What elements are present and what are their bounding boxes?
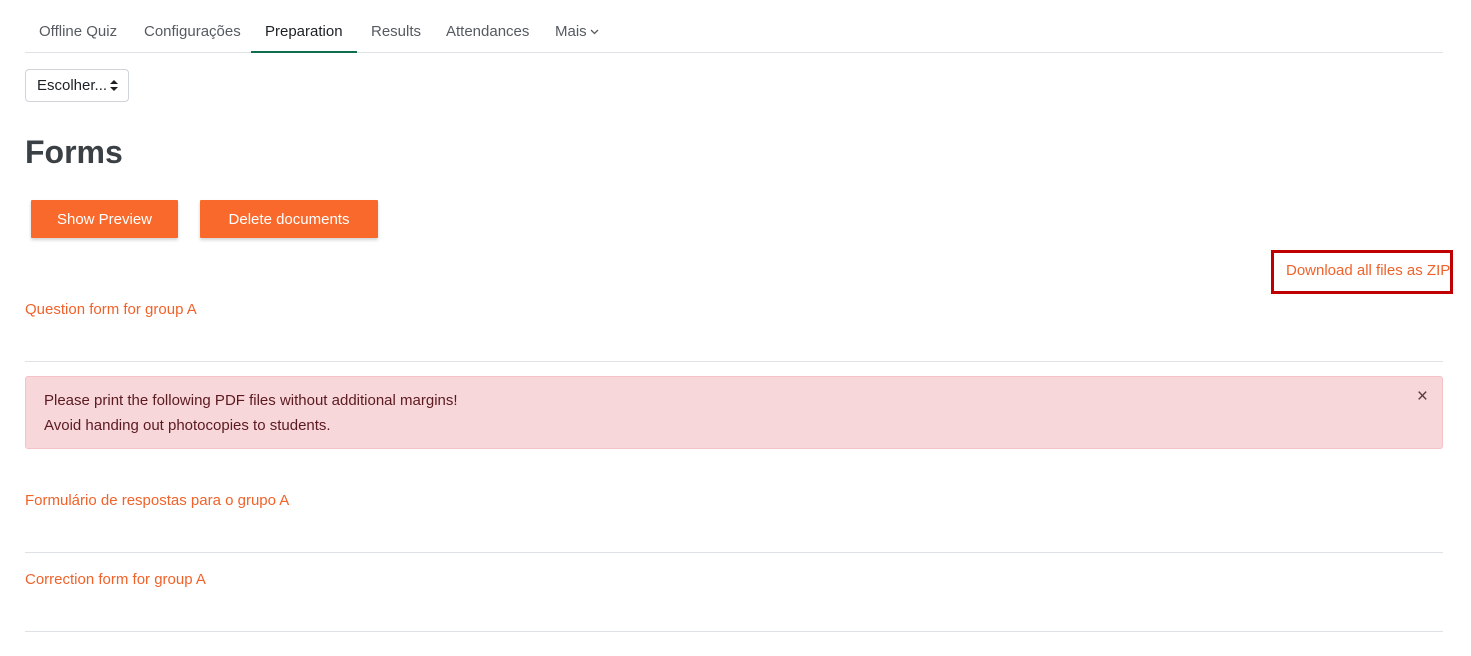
sort-caret-icon — [110, 70, 118, 101]
chevron-down-icon — [590, 12, 599, 52]
correction-form-link[interactable]: Correction form for group A — [25, 571, 206, 588]
alert-message-line2: Avoid handing out photocopies to student… — [44, 417, 331, 434]
divider — [25, 361, 1443, 362]
download-zip-link[interactable]: Download all files as ZIP — [1286, 262, 1450, 279]
tab-results[interactable]: Results — [357, 12, 435, 53]
close-icon[interactable]: × — [1417, 386, 1428, 408]
delete-documents-button[interactable]: Delete documents — [200, 200, 378, 238]
page-title: Forms — [25, 134, 123, 170]
tab-offline-quiz[interactable]: Offline Quiz — [25, 12, 131, 53]
print-warning-alert: Please print the following PDF files wit… — [25, 376, 1443, 449]
answer-form-link[interactable]: Formulário de respostas para o grupo A — [25, 492, 289, 509]
tab-preparation[interactable]: Preparation — [251, 12, 357, 53]
tab-more[interactable]: Mais — [541, 12, 613, 53]
navigation-select-value: Escolher... — [37, 77, 108, 94]
alert-message-line1: Please print the following PDF files wit… — [44, 392, 458, 409]
question-form-link[interactable]: Question form for group A — [25, 301, 197, 318]
navigation-select[interactable]: Escolher... — [25, 69, 129, 102]
tab-more-label: Mais — [555, 23, 587, 40]
tab-attendances[interactable]: Attendances — [432, 12, 543, 53]
divider — [25, 552, 1443, 553]
show-preview-button[interactable]: Show Preview — [31, 200, 178, 238]
divider — [25, 631, 1443, 632]
secondary-navigation: Offline Quiz Configurações Preparation R… — [25, 0, 1443, 53]
tab-configuracoes[interactable]: Configurações — [130, 12, 255, 53]
